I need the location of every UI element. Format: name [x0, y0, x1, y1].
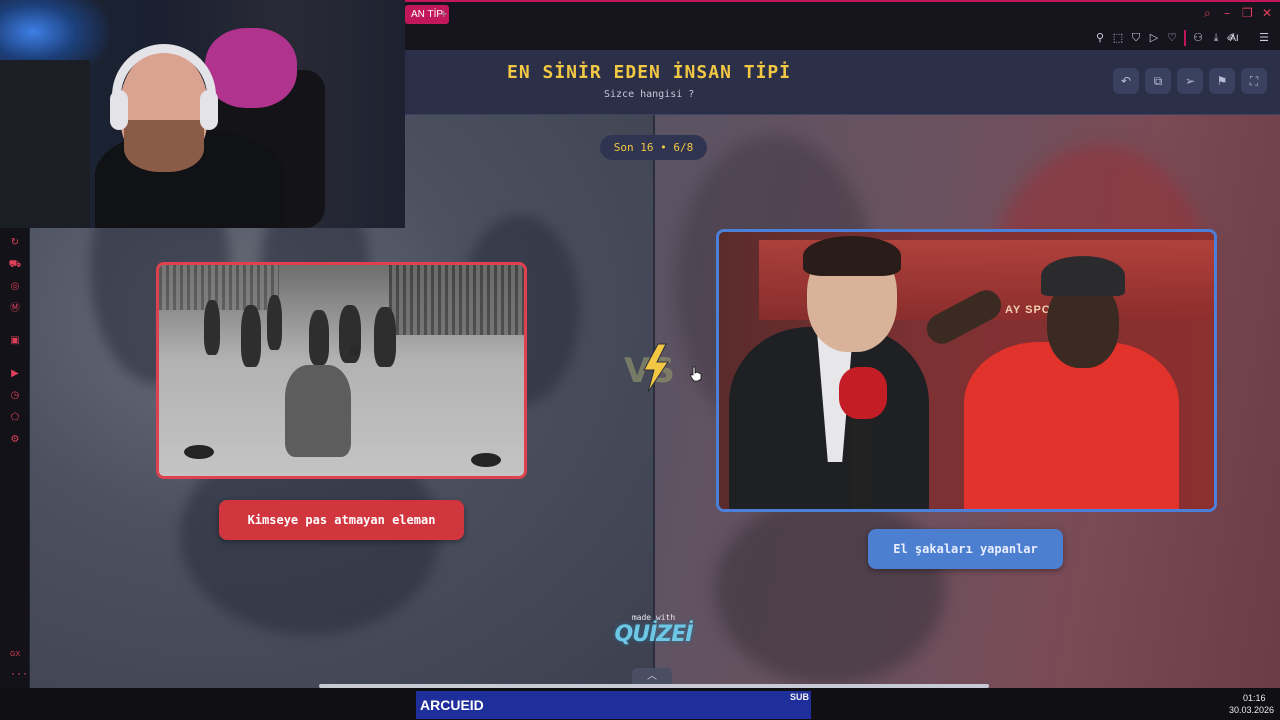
aria-ai-label[interactable]: AI	[1230, 31, 1239, 45]
left-option-button[interactable]: Kimseye pas atmayan eleman	[219, 500, 464, 540]
made-with-label: made with	[631, 613, 676, 622]
search-icon[interactable]: ⌕	[1204, 6, 1211, 21]
download-icon[interactable]: ⤓	[1209, 31, 1223, 45]
left-option-photo	[159, 265, 524, 476]
left-option-card[interactable]	[156, 262, 527, 479]
messenger-icon[interactable]: Ⓜ	[8, 302, 22, 316]
toolbar-separator	[1184, 30, 1186, 46]
snapshot-icon[interactable]: ⬚	[1111, 31, 1125, 45]
sub-badge: SUB	[790, 692, 810, 702]
minimize-icon[interactable]: –	[1224, 6, 1230, 20]
account-icon[interactable]: ⚇	[1191, 31, 1205, 45]
restore-icon[interactable]: ❐	[1242, 6, 1253, 20]
instagram-icon[interactable]: ◎	[8, 280, 22, 294]
quizei-logo[interactable]: QUİZEİ	[600, 622, 707, 647]
center-divider	[653, 115, 655, 688]
subscriber-name: ARCUEID	[420, 697, 484, 713]
right-option-button[interactable]: El şakaları yapanlar	[868, 529, 1063, 569]
share-icon[interactable]: ⧉	[1145, 68, 1171, 94]
clock-time[interactable]: 01:16	[1243, 693, 1266, 703]
extension-icon[interactable]: ⬠	[8, 411, 22, 425]
browser-sidebar	[0, 228, 30, 688]
clock-date[interactable]: 30.03.2026	[1229, 705, 1274, 715]
right-option-photo: AY SPOR KULÜBÜ	[719, 232, 1214, 509]
round-indicator: Son 16 • 6/8	[600, 135, 707, 160]
new-tab-button[interactable]: +	[440, 6, 448, 22]
menu-icon[interactable]: ☰	[1257, 31, 1271, 45]
quiz-title: EN SİNİR EDEN İNSAN TİPİ	[507, 62, 792, 83]
hand-cursor-icon	[690, 366, 702, 382]
flag-icon[interactable]: ⚑	[1209, 68, 1235, 94]
bag-icon[interactable]: ⛟	[8, 258, 22, 272]
settings-icon[interactable]: ⚙	[8, 433, 22, 447]
gx-label[interactable]: GX	[10, 651, 20, 658]
screen: AN TİP + ⌕ – ❐ ✕ ⚲ ⬚ ⛉ ▷ ♡ ⚇ ⤓ ✐ AI ☰ ↻ …	[0, 0, 1280, 720]
player-icon[interactable]: ▶	[8, 367, 22, 381]
heart-icon[interactable]: ♡	[1165, 31, 1179, 45]
shield-icon[interactable]: ⛉	[1129, 31, 1143, 45]
send-icon[interactable]: ➢	[1177, 68, 1203, 94]
pin-icon[interactable]: ⚲	[1093, 31, 1107, 45]
goalkeeper	[285, 365, 351, 457]
play-icon[interactable]: ▷	[1147, 31, 1161, 45]
right-option-card[interactable]: AY SPOR KULÜBÜ	[716, 229, 1217, 512]
undo-icon[interactable]: ↶	[1113, 68, 1139, 94]
twitch-icon[interactable]: ▣	[8, 334, 22, 348]
close-icon[interactable]: ✕	[1262, 6, 1272, 20]
microphone	[839, 367, 887, 419]
sidebar-more-icon[interactable]: ···	[10, 669, 28, 680]
history-icon[interactable]: ◷	[8, 389, 22, 403]
quiz-subtitle: Sizce hangisi ?	[604, 89, 695, 100]
plush-toy	[205, 28, 297, 108]
vs-icon: VS	[624, 343, 675, 393]
webcam-overlay	[0, 0, 405, 228]
fullscreen-icon[interactable]: ⛶	[1241, 68, 1267, 94]
refresh-icon[interactable]: ↻	[8, 236, 22, 250]
